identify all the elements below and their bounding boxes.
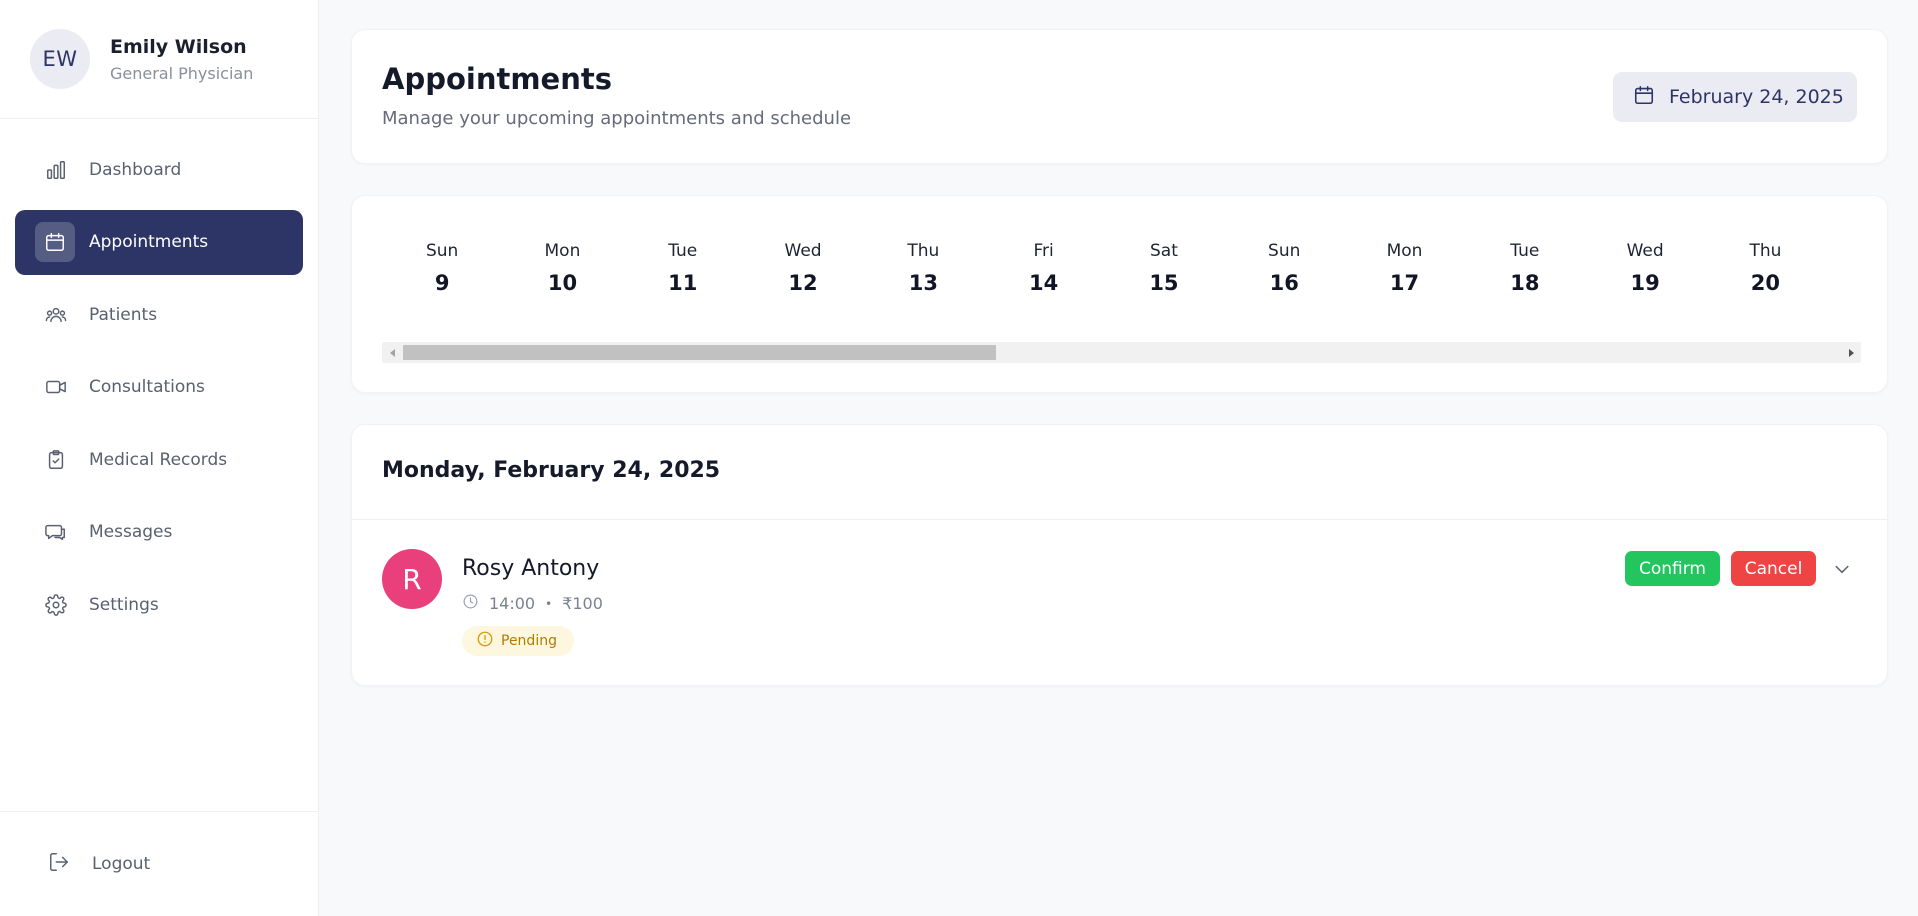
day-name: Thu bbox=[1749, 241, 1782, 261]
users-icon bbox=[44, 303, 68, 327]
calendar-icon bbox=[1633, 84, 1655, 111]
separator-dot: • bbox=[545, 596, 553, 611]
sidebar-item-appointments[interactable]: Appointments bbox=[15, 209, 303, 275]
day-number: 17 bbox=[1389, 271, 1420, 295]
day-cell[interactable]: Thu 20 bbox=[1705, 241, 1825, 295]
day-cell[interactable]: Sat 15 bbox=[1104, 241, 1224, 295]
day-number: 19 bbox=[1630, 271, 1660, 295]
day-cell[interactable]: Wed 19 bbox=[1585, 241, 1705, 295]
schedule-date-heading: Monday, February 24, 2025 bbox=[382, 458, 721, 483]
appointment-meta: 14:00 • ₹100 bbox=[462, 593, 603, 614]
day-cell[interactable]: Sun 9 bbox=[382, 241, 502, 295]
patient-name: Rosy Antony bbox=[462, 556, 600, 581]
logout-label: Logout bbox=[92, 854, 151, 874]
day-strip-card: Sun 9 Mon 10 Tue 11 Wed 12 Thu 13 Fri 14 Sat 15… bbox=[351, 195, 1888, 393]
date-picker-button[interactable]: February 24, 2025 bbox=[1613, 72, 1857, 122]
bar-chart-icon bbox=[44, 158, 68, 182]
cancel-button[interactable]: Cancel bbox=[1731, 551, 1816, 586]
clipboard-icon bbox=[44, 448, 68, 472]
day-cell[interactable]: Tue 18 bbox=[1465, 241, 1585, 295]
sidebar-item-label: Consultations bbox=[89, 377, 205, 398]
logout-button[interactable]: Logout bbox=[0, 811, 318, 916]
sidebar-item-label: Dashboard bbox=[89, 159, 182, 180]
day-name: Tue bbox=[668, 241, 698, 261]
day-name: Sun bbox=[1268, 241, 1301, 261]
sidebar-item-patients[interactable]: Patients bbox=[15, 282, 303, 347]
sidebar-item-consultations[interactable]: Consultations bbox=[15, 355, 303, 420]
day-cell[interactable]: Thu 13 bbox=[863, 241, 983, 295]
avatar: EW bbox=[30, 29, 90, 89]
header-card: Appointments Manage your upcoming appoin… bbox=[351, 29, 1888, 164]
calendar-icon bbox=[35, 222, 75, 263]
day-name: Wed bbox=[1626, 241, 1664, 261]
day-name: Fri bbox=[1033, 241, 1054, 261]
scroll-thumb[interactable] bbox=[403, 345, 996, 360]
sidebar-item-label: Messages bbox=[89, 522, 173, 543]
appointment-fee: ₹100 bbox=[562, 594, 603, 613]
day-name: Tue bbox=[1510, 241, 1540, 261]
sidebar-item-medical-records[interactable]: Medical Records bbox=[15, 427, 303, 492]
scroll-right-arrow-icon[interactable] bbox=[1840, 342, 1861, 363]
day-number: 20 bbox=[1750, 271, 1781, 295]
sidebar-item-dashboard[interactable]: Dashboard bbox=[15, 137, 303, 202]
appointments-card: Monday, February 24, 2025 R Rosy Antony … bbox=[351, 424, 1888, 686]
day-number: 10 bbox=[547, 271, 578, 295]
day-name: Sun bbox=[425, 241, 459, 261]
user-profile: EW Emily Wilson General Physician bbox=[0, 0, 318, 119]
day-name: Mon bbox=[544, 241, 581, 261]
day-name: Sat bbox=[1149, 241, 1178, 261]
sidebar-item-label: Medical Records bbox=[89, 449, 228, 470]
appointment-item: R Rosy Antony 14:00 • ₹100 Pending Confi… bbox=[352, 520, 1887, 685]
day-number: 13 bbox=[908, 271, 938, 295]
status-label: Pending bbox=[501, 633, 557, 649]
appointment-time: 14:00 bbox=[489, 594, 536, 613]
sidebar-item-label: Appointments bbox=[89, 232, 209, 253]
logout-icon bbox=[48, 851, 70, 878]
gear-icon bbox=[44, 593, 68, 617]
day-name: Mon bbox=[1386, 241, 1423, 261]
sidebar-item-label: Patients bbox=[89, 304, 158, 325]
day-name: Thu bbox=[907, 241, 940, 261]
day-number: 15 bbox=[1149, 271, 1179, 295]
sidebar-nav: Dashboard Appointments Patients Consulta… bbox=[0, 119, 318, 645]
clock-icon bbox=[462, 593, 479, 614]
status-badge: Pending bbox=[462, 626, 574, 656]
day-cell[interactable]: Tue 11 bbox=[623, 241, 743, 295]
day-number: 9 bbox=[434, 271, 450, 295]
confirm-button[interactable]: Confirm bbox=[1625, 551, 1720, 586]
horizontal-scrollbar[interactable] bbox=[382, 342, 1861, 363]
sidebar-item-settings[interactable]: Settings bbox=[15, 573, 303, 638]
day-cell[interactable]: Mon 10 bbox=[502, 241, 622, 295]
day-cell[interactable]: Sun 16 bbox=[1224, 241, 1344, 295]
sidebar-item-label: Settings bbox=[89, 595, 159, 616]
profile-text: Emily Wilson General Physician bbox=[110, 36, 253, 83]
day-number: 16 bbox=[1269, 271, 1299, 295]
day-number: 18 bbox=[1510, 271, 1540, 295]
page-subtitle: Manage your upcoming appointments and sc… bbox=[382, 108, 852, 129]
patient-avatar: R bbox=[382, 549, 442, 609]
user-name: Emily Wilson bbox=[110, 35, 247, 58]
day-number: 14 bbox=[1029, 271, 1059, 295]
chat-icon bbox=[44, 520, 68, 544]
scroll-left-arrow-icon[interactable] bbox=[382, 342, 403, 363]
user-role: General Physician bbox=[110, 63, 254, 83]
day-cell[interactable]: Wed 12 bbox=[743, 241, 863, 295]
day-number: 12 bbox=[788, 271, 818, 295]
selected-date-label: February 24, 2025 bbox=[1669, 86, 1844, 108]
alert-circle-icon bbox=[476, 630, 494, 652]
app-root: EW Emily Wilson General Physician Dashbo… bbox=[0, 0, 1918, 916]
main-content: Appointments Manage your upcoming appoin… bbox=[319, 0, 1918, 916]
day-cell[interactable]: Fri 14 bbox=[983, 241, 1103, 295]
sidebar: EW Emily Wilson General Physician Dashbo… bbox=[0, 0, 319, 916]
sidebar-item-messages[interactable]: Messages bbox=[15, 500, 303, 565]
page-title: Appointments bbox=[382, 62, 612, 96]
chevron-down-icon[interactable] bbox=[1830, 557, 1854, 581]
video-icon bbox=[44, 375, 68, 399]
day-number: 11 bbox=[668, 271, 698, 295]
day-cell[interactable]: Mon 17 bbox=[1344, 241, 1464, 295]
day-strip: Sun 9 Mon 10 Tue 11 Wed 12 Thu 13 Fri 14 Sat 15… bbox=[382, 241, 1826, 295]
day-name: Wed bbox=[784, 241, 822, 261]
